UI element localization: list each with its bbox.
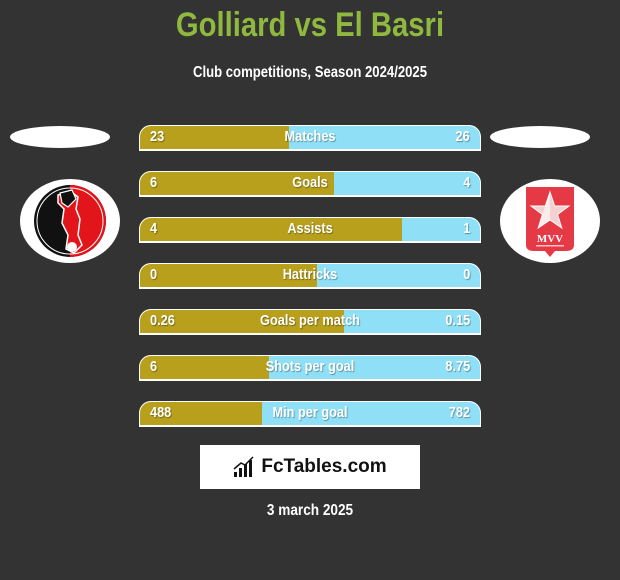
competition-subtitle: Club competitions, Season 2024/2025 xyxy=(192,64,428,81)
left-team-logo xyxy=(20,179,120,263)
left-team-placeholder xyxy=(10,126,110,148)
left-value: 4 xyxy=(150,220,158,237)
right-value: 0.15 xyxy=(445,312,470,329)
stat-label: Matches xyxy=(284,128,336,145)
stat-label: Assists xyxy=(287,220,333,237)
stat-row-shots-per-goal: 6 Shots per goal 8.75 xyxy=(139,355,481,381)
fctables-brand[interactable]: FcTables.com xyxy=(200,445,420,489)
right-team-logo: MVV xyxy=(500,179,600,263)
mvv-logo-text: MVV xyxy=(537,233,563,245)
helmond-sport-crest-icon xyxy=(34,185,106,257)
stat-row-assists: 4 Assists 1 xyxy=(139,217,481,243)
match-date: 3 march 2025 xyxy=(266,502,354,519)
mvv-maastricht-crest-icon: MVV xyxy=(526,187,574,257)
stat-label: Goals per match xyxy=(260,312,360,329)
stat-row-goals: 6 Goals 4 xyxy=(139,171,481,197)
stat-label: Min per goal xyxy=(272,404,348,421)
right-value: 26 xyxy=(455,128,470,145)
left-value: 6 xyxy=(150,174,158,191)
stat-label: Hattricks xyxy=(282,266,338,283)
page-title: Golliard vs El Basri xyxy=(175,6,445,44)
right-team-placeholder xyxy=(490,126,590,148)
stat-row-min-per-goal: 488 Min per goal 782 xyxy=(139,401,481,427)
left-value: 23 xyxy=(150,128,165,145)
right-value: 8.75 xyxy=(445,358,470,375)
right-value: 782 xyxy=(448,404,470,421)
stat-row-hattricks: 0 Hattricks 0 xyxy=(139,263,481,289)
right-value: 0 xyxy=(462,266,470,283)
brand-name: FcTables.com xyxy=(261,456,387,477)
right-value: 4 xyxy=(462,174,470,191)
stat-row-matches: 23 Matches 26 xyxy=(139,125,481,151)
left-value: 6 xyxy=(150,358,158,375)
right-value: 1 xyxy=(462,220,470,237)
stat-label: Goals xyxy=(292,174,328,191)
bar-chart-icon xyxy=(233,456,254,477)
stat-label: Shots per goal xyxy=(265,358,355,375)
stat-row-goals-per-match: 0.26 Goals per match 0.15 xyxy=(139,309,481,335)
left-value: 0 xyxy=(150,266,158,283)
